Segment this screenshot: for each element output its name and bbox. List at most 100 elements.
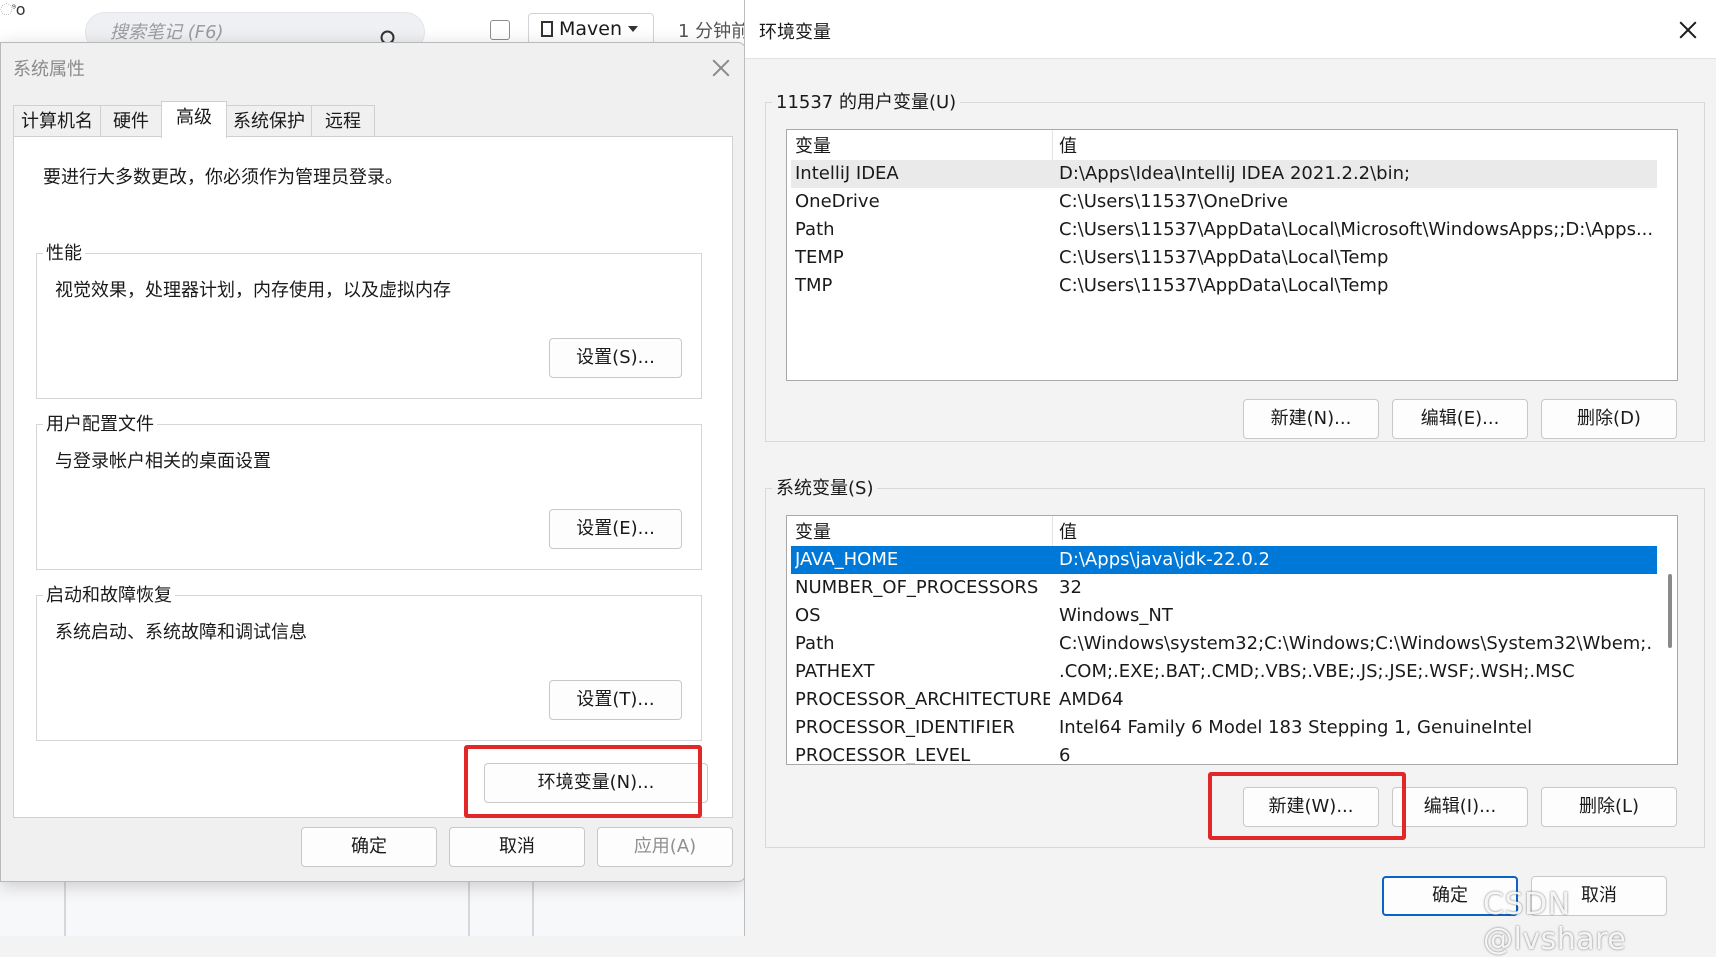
system-properties-window: 系统属性 计算机名 硬件 高级 系统保护 远程 要进行大多数更改，你必须作为管理… xyxy=(0,42,746,882)
close-icon[interactable] xyxy=(710,57,732,79)
table-row[interactable]: PROCESSOR_IDENTIFIER Intel64 Family 6 Mo… xyxy=(791,714,1657,742)
variable-name: PATHEXT xyxy=(795,661,875,682)
table-row[interactable]: PROCESSOR_ARCHITECTURE AMD64 xyxy=(791,686,1657,714)
user-variables-list[interactable]: 变量 值 IntelliJ IDEA D:\Apps\Idea\IntelliJ… xyxy=(786,129,1678,381)
admin-notice: 要进行大多数更改，你必须作为管理员登录。 xyxy=(43,167,403,188)
watermark: CSDN @lvshare xyxy=(1483,887,1627,957)
column-header-value[interactable]: 值 xyxy=(1059,132,1077,158)
table-row[interactable]: PATHEXT .COM;.EXE;.BAT;.CMD;.VBS;.VBE;.J… xyxy=(791,658,1657,686)
expand-icon[interactable] xyxy=(490,20,510,40)
background-divider xyxy=(64,880,66,936)
maven-dropdown[interactable]: Maven xyxy=(528,13,654,45)
background-time-label: 1 分钟前 xyxy=(678,21,750,42)
variable-value: 6 xyxy=(1059,745,1071,765)
environment-variables-button[interactable]: 环境变量(N)... xyxy=(484,763,708,803)
system-edit-button[interactable]: 编辑(I)... xyxy=(1392,787,1528,827)
variable-value: Windows_NT xyxy=(1059,605,1173,626)
background-divider xyxy=(468,880,470,936)
variable-value: Intel64 Family 6 Model 183 Stepping 1, G… xyxy=(1059,717,1533,738)
document-icon xyxy=(541,21,553,37)
column-separator[interactable] xyxy=(1052,516,1053,546)
startup-recovery-settings-button[interactable]: 设置(T)... xyxy=(549,680,682,720)
table-row[interactable]: TMP C:\Users\11537\AppData\Local\Temp xyxy=(791,272,1657,300)
variable-name: PROCESSOR_IDENTIFIER xyxy=(795,717,1015,738)
table-row[interactable]: PROCESSOR_LEVEL 6 xyxy=(791,742,1657,765)
variable-name: TEMP xyxy=(795,247,844,268)
column-header-value[interactable]: 值 xyxy=(1059,518,1077,544)
group-description: 视觉效果，处理器计划，内存使用，以及虚拟内存 xyxy=(55,280,451,301)
table-row[interactable]: Path C:\Users\11537\AppData\Local\Micros… xyxy=(791,216,1657,244)
system-delete-button[interactable]: 删除(L) xyxy=(1541,787,1677,827)
column-header-variable[interactable]: 变量 xyxy=(795,132,831,158)
tab-hardware[interactable]: 硬件 xyxy=(100,105,162,137)
table-row[interactable]: Path C:\Windows\system32;C:\Windows;C:\W… xyxy=(791,630,1657,658)
system-variables-list[interactable]: 变量 值 JAVA_HOME D:\Apps\java\jdk-22.0.2 N… xyxy=(786,515,1678,765)
environment-variables-window: 环境变量 11537 的用户变量(U) 变量 值 IntelliJ IDEA D… xyxy=(744,0,1716,936)
table-row[interactable]: NUMBER_OF_PROCESSORS 32 xyxy=(791,574,1657,602)
title-bar: 环境变量 xyxy=(745,0,1716,59)
system-new-button[interactable]: 新建(W)... xyxy=(1243,787,1379,827)
group-description: 与登录帐户相关的桌面设置 xyxy=(55,451,271,472)
variable-name: Path xyxy=(795,219,835,240)
variable-value: .COM;.EXE;.BAT;.CMD;.VBS;.VBE;.JS;.JSE;.… xyxy=(1059,661,1575,682)
user-new-button[interactable]: 新建(N)... xyxy=(1243,399,1379,439)
chevron-down-icon xyxy=(628,26,639,32)
variable-name: IntelliJ IDEA xyxy=(795,163,899,184)
variable-value: 32 xyxy=(1059,577,1082,598)
column-header-variable[interactable]: 变量 xyxy=(795,518,831,544)
system-variables-section: 系统变量(S) 变量 值 JAVA_HOME D:\Apps\java\jdk-… xyxy=(765,474,1705,848)
column-separator[interactable] xyxy=(1052,130,1053,160)
variable-name: TMP xyxy=(795,275,833,296)
close-icon[interactable] xyxy=(1677,19,1699,41)
variable-value: C:\Users\11537\AppData\Local\Temp xyxy=(1059,247,1389,268)
variable-value: C:\Users\11537\AppData\Local\Temp xyxy=(1059,275,1389,296)
apply-button[interactable]: 应用(A) xyxy=(597,827,733,867)
group-label: 启动和故障恢复 xyxy=(43,581,175,607)
table-row[interactable]: OneDrive C:\Users\11537\OneDrive xyxy=(791,188,1657,216)
table-row[interactable]: IntelliJ IDEA D:\Apps\Idea\IntelliJ IDEA… xyxy=(791,160,1657,188)
cancel-button[interactable]: 取消 xyxy=(449,827,585,867)
group-label: 用户配置文件 xyxy=(43,410,157,436)
user-profiles-settings-button[interactable]: 设置(E)... xyxy=(549,509,682,549)
variable-value: D:\Apps\java\jdk-22.0.2 xyxy=(1059,549,1270,570)
user-edit-button[interactable]: 编辑(E)... xyxy=(1392,399,1528,439)
variable-name: PROCESSOR_LEVEL xyxy=(795,745,971,765)
list-header: 变量 值 xyxy=(787,130,1677,160)
variable-name: OS xyxy=(795,605,821,626)
variable-name: JAVA_HOME xyxy=(795,549,899,570)
variable-name: NUMBER_OF_PROCESSORS xyxy=(795,577,1039,598)
group-description: 系统启动、系统故障和调试信息 xyxy=(55,622,307,643)
performance-group: 性能 视觉效果，处理器计划，内存使用，以及虚拟内存 设置(S)... xyxy=(36,239,702,399)
startup-recovery-group: 启动和故障恢复 系统启动、系统故障和调试信息 设置(T)... xyxy=(36,581,702,741)
section-label: 11537 的用户变量(U) xyxy=(772,88,961,114)
window-title: 环境变量 xyxy=(759,22,831,43)
variable-value: C:\Users\11537\AppData\Local\Microsoft\W… xyxy=(1059,219,1653,240)
user-delete-button[interactable]: 删除(D) xyxy=(1541,399,1677,439)
user-profiles-group: 用户配置文件 与登录帐户相关的桌面设置 设置(E)... xyxy=(36,410,702,570)
tab-advanced[interactable]: 高级 xyxy=(161,101,227,138)
section-label: 系统变量(S) xyxy=(772,474,878,500)
user-variables-section: 11537 的用户变量(U) 变量 值 IntelliJ IDEA D:\App… xyxy=(765,88,1705,442)
maven-label: Maven xyxy=(559,18,623,40)
variable-value: C:\Windows\system32;C:\Windows;C:\Window… xyxy=(1059,633,1653,654)
list-header: 变量 值 xyxy=(787,516,1677,546)
scrollbar[interactable] xyxy=(1668,574,1672,648)
variable-value: D:\Apps\Idea\IntelliJ IDEA 2021.2.2\bin; xyxy=(1059,163,1411,184)
tab-remote[interactable]: 远程 xyxy=(311,105,375,137)
variable-name: Path xyxy=(795,633,835,654)
table-row[interactable]: JAVA_HOME D:\Apps\java\jdk-22.0.2 xyxy=(791,546,1657,574)
tab-system-protection[interactable]: 系统保护 xyxy=(226,105,312,137)
performance-settings-button[interactable]: 设置(S)... xyxy=(549,338,682,378)
background-divider xyxy=(532,880,534,936)
window-title: 系统属性 xyxy=(13,59,85,80)
table-row[interactable]: TEMP C:\Users\11537\AppData\Local\Temp xyxy=(791,244,1657,272)
tab-computer-name[interactable]: 计算机名 xyxy=(13,105,101,137)
variable-value: AMD64 xyxy=(1059,689,1124,710)
variable-name: PROCESSOR_ARCHITECTURE xyxy=(795,689,1050,710)
advanced-tab-panel: 要进行大多数更改，你必须作为管理员登录。 性能 视觉效果，处理器计划，内存使用，… xyxy=(13,136,733,818)
variable-name: OneDrive xyxy=(795,191,880,212)
variable-value: C:\Users\11537\OneDrive xyxy=(1059,191,1289,212)
group-label: 性能 xyxy=(43,239,85,265)
table-row[interactable]: OS Windows_NT xyxy=(791,602,1657,630)
ok-button[interactable]: 确定 xyxy=(301,827,437,867)
